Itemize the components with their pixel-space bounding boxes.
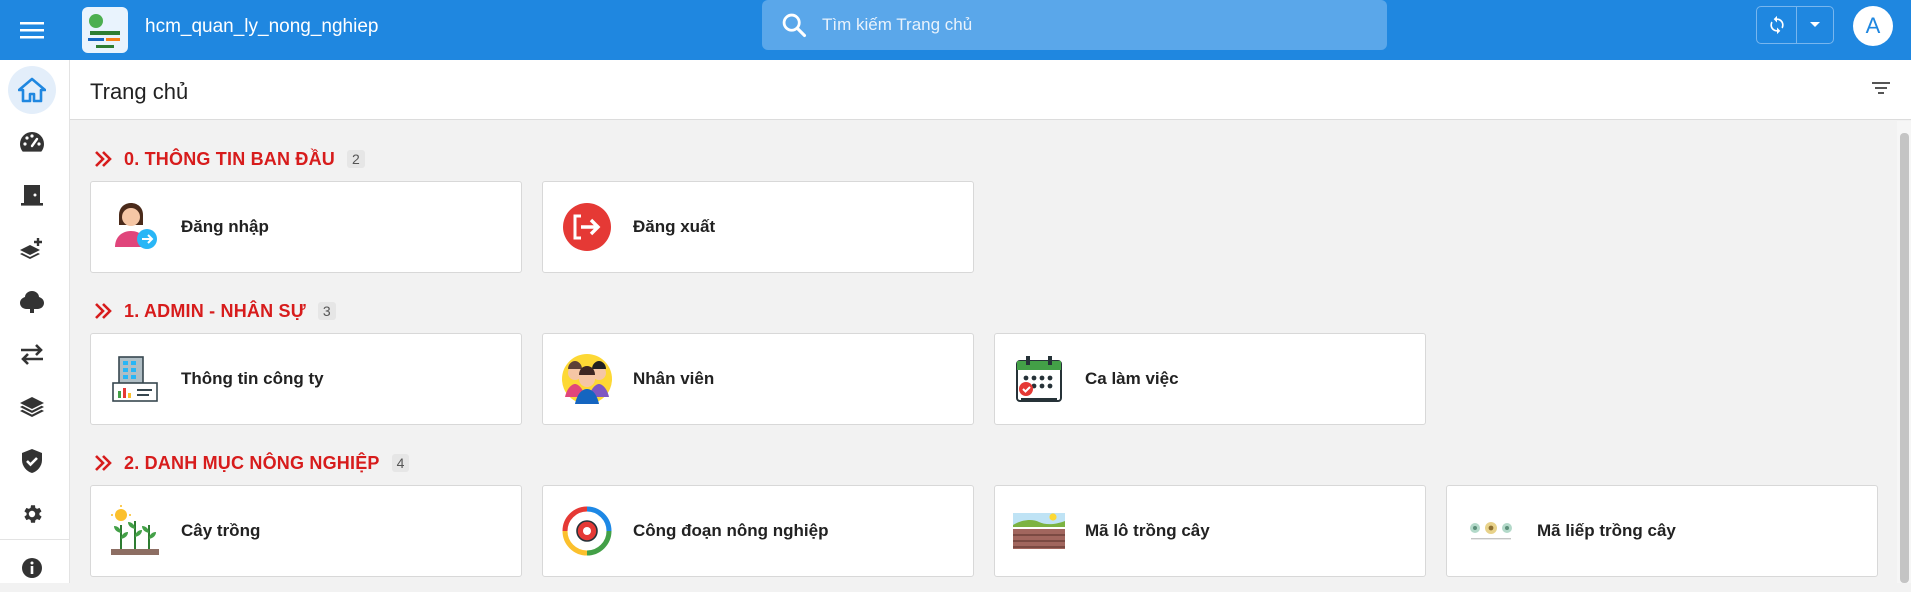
gear-icon [24,505,42,523]
double-chevron-right-icon [95,151,112,167]
section-title: 1. ADMIN - NHÂN SỰ [124,300,306,321]
login-user-icon [109,201,161,253]
card-label: Công đoạn nông nghiệp [633,521,829,540]
search-icon [782,13,807,38]
sidebar-item-dashboard[interactable] [8,118,56,166]
field-plot-icon [1013,505,1065,557]
user-avatar[interactable]: A [1853,6,1893,46]
search-input[interactable] [822,15,1362,35]
card-bed-code[interactable]: Mã liếp trồng cây [1446,485,1878,577]
door-exit-icon [21,185,43,206]
section-header-agri-catalog: 2. DANH MỤC NÔNG NGHIỆP 4 [94,451,410,475]
section-header-initial-info: 0. THÔNG TIN BAN ĐẦU 2 [94,147,365,171]
sync-button[interactable] [1757,7,1797,43]
caret-down-icon [1810,22,1820,27]
card-label: Thông tin công ty [181,369,324,388]
card-login[interactable]: Đăng nhập [90,181,522,273]
page-title: Trang chủ [90,79,189,104]
filter-icon [1872,82,1890,94]
section-title: 2. DANH MỤC NÔNG NGHIỆP [124,452,380,473]
swap-icon [21,344,43,365]
card-employees[interactable]: Nhân viên [542,333,974,425]
app-logo[interactable] [82,7,128,53]
section-count-badge: 4 [391,454,410,472]
card-crops[interactable]: Cây trồng [90,485,522,577]
menu-button[interactable] [14,12,50,48]
card-label: Mã lô trồng cây [1085,521,1210,540]
sidebar-item-layers-add[interactable] [8,224,56,272]
card-logout[interactable]: Đăng xuất [542,181,974,273]
dashboard-icon [20,132,45,152]
sidebar-divider [0,539,69,540]
sidebar-item-settings[interactable] [8,490,56,538]
sync-icon [1769,15,1784,35]
info-icon [22,558,42,578]
plant-bed-icon [1465,505,1517,557]
calendar-shift-icon [1013,353,1065,405]
sidebar-item-info[interactable] [8,544,56,592]
hamburger-menu-icon [20,22,44,39]
main-content: 0. THÔNG TIN BAN ĐẦU 2 Đăng nhập Đăng xu… [70,121,1897,583]
card-work-shift[interactable]: Ca làm việc [994,333,1426,425]
vertical-scrollbar[interactable] [1897,121,1911,583]
section-count-badge: 2 [347,150,365,168]
sidebar-item-home[interactable] [8,66,56,114]
double-chevron-right-icon [95,455,112,471]
sync-dropdown-button[interactable] [1797,7,1833,43]
sidebar-item-layers[interactable] [8,383,56,431]
card-label: Mã liếp trồng cây [1537,521,1676,540]
top-app-bar: hcm_quan_ly_nong_nghiep A [0,0,1911,60]
sidebar-item-swap[interactable] [8,330,56,378]
card-agri-process[interactable]: Công đoạn nông nghiệp [542,485,974,577]
app-title: hcm_quan_ly_nong_nghiep [145,16,379,37]
layers-add-icon [20,238,42,259]
page-header: Trang chủ [70,60,1911,120]
tree-icon [20,291,44,313]
search-bar [762,0,1387,50]
logout-icon [561,201,613,253]
sidebar [0,60,70,583]
home-icon [18,77,46,103]
card-label: Cây trồng [181,521,261,540]
card-label: Ca làm việc [1085,369,1179,388]
section-header-admin-hr: 1. ADMIN - NHÂN SỰ 3 [94,299,336,323]
shield-check-icon [22,449,42,473]
card-company-info[interactable]: Thông tin công ty [90,333,522,425]
plants-icon [109,505,161,557]
double-chevron-right-icon [95,303,112,319]
filter-button[interactable] [1871,80,1893,100]
sidebar-item-exit[interactable] [8,171,56,219]
sync-button-group [1756,6,1834,44]
sidebar-item-tree[interactable] [8,278,56,326]
card-label: Đăng nhập [181,217,269,236]
card-label: Nhân viên [633,369,715,388]
scrollbar-thumb[interactable] [1900,133,1909,583]
section-title: 0. THÔNG TIN BAN ĐẦU [124,148,335,169]
process-cycle-icon [561,505,613,557]
section-count-badge: 3 [317,302,336,320]
layers-icon [20,397,44,417]
card-label: Đăng xuất [633,217,716,236]
sidebar-item-security[interactable] [8,437,56,485]
company-building-icon [109,353,161,405]
employees-icon [561,353,613,405]
card-plot-code[interactable]: Mã lô trồng cây [994,485,1426,577]
